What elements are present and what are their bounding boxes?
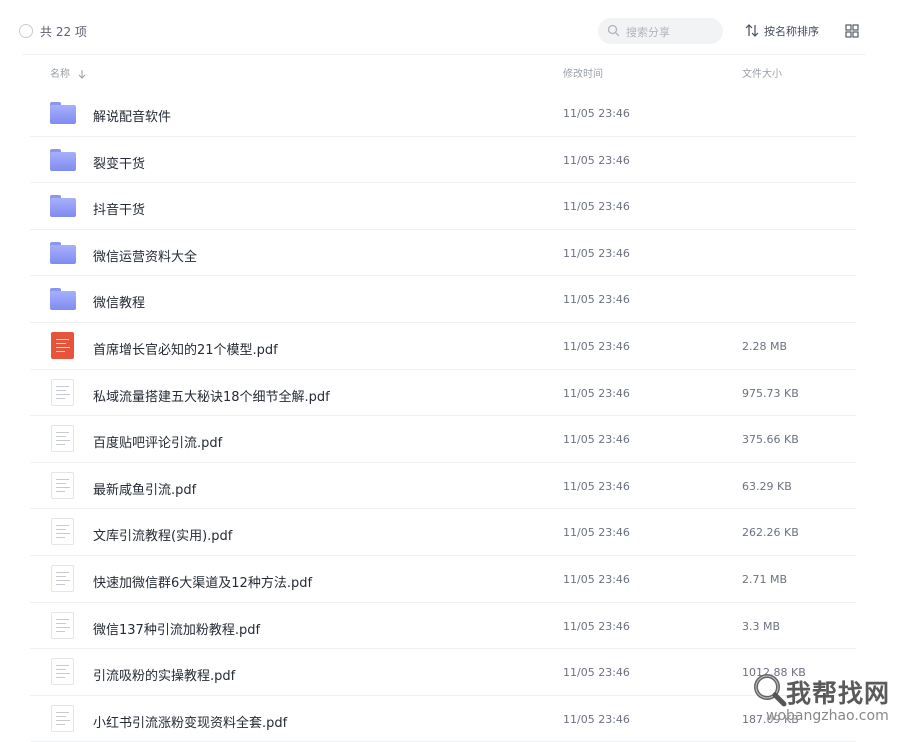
pdf-thumbnail-icon	[50, 704, 76, 732]
file-row[interactable]: 首席增长官必知的21个模型.pdf 11/05 23:46 2.28 MB	[0, 323, 904, 370]
file-size: 375.66 KB	[742, 433, 799, 447]
column-header-name[interactable]: 名称	[50, 65, 86, 81]
search-placeholder: 搜索分享	[626, 26, 670, 39]
file-row[interactable]: 微信运营资料大全 11/05 23:46	[0, 230, 904, 277]
pdf-thumbnail-icon	[50, 331, 76, 359]
file-modified-time: 11/05 23:46	[563, 246, 630, 260]
file-row[interactable]: 微信137种引流加粉教程.pdf 11/05 23:46 3.3 MB	[0, 603, 904, 650]
watermark: 我帮找网 wobangzhao.com	[746, 668, 904, 735]
select-all-checkbox[interactable]	[19, 24, 33, 38]
file-name[interactable]: 百度贴吧评论引流.pdf	[93, 432, 222, 451]
file-modified-time: 11/05 23:46	[563, 386, 630, 400]
file-modified-time: 11/05 23:46	[563, 293, 630, 307]
file-row[interactable]: 微信教程 11/05 23:46	[0, 276, 904, 323]
file-name[interactable]: 最新咸鱼引流.pdf	[93, 479, 196, 498]
file-row[interactable]: 最新咸鱼引流.pdf 11/05 23:46 63.29 KB	[0, 463, 904, 510]
file-name[interactable]: 抖音干货	[93, 199, 145, 218]
toolbar-divider	[22, 54, 866, 55]
pdf-thumbnail-icon	[50, 518, 76, 546]
file-name[interactable]: 文库引流教程(实用).pdf	[93, 525, 232, 544]
magnifier-logo-icon	[754, 674, 787, 707]
column-name-label: 名称	[50, 69, 70, 80]
pdf-thumbnail-icon	[50, 658, 76, 686]
file-row[interactable]: 抖音干货 11/05 23:46	[0, 183, 904, 230]
search-input[interactable]: 搜索分享	[598, 18, 723, 44]
folder-icon	[50, 102, 76, 124]
file-name[interactable]: 首席增长官必知的21个模型.pdf	[93, 339, 278, 358]
file-row[interactable]: 裂变干货 11/05 23:46	[0, 137, 904, 184]
file-name[interactable]: 微信137种引流加粉教程.pdf	[93, 619, 260, 638]
sort-label: 按名称排序	[764, 25, 819, 38]
file-size: 975.73 KB	[742, 386, 799, 400]
file-modified-time: 11/05 23:46	[563, 200, 630, 214]
column-header-size[interactable]: 文件大小	[742, 65, 782, 81]
file-modified-time: 11/05 23:46	[563, 479, 630, 493]
item-count: 共 22 项	[40, 25, 87, 39]
file-size: 262.26 KB	[742, 526, 799, 540]
file-modified-time: 11/05 23:46	[563, 526, 630, 540]
file-size: 2.71 MB	[742, 572, 788, 586]
search-icon	[607, 24, 620, 37]
file-name[interactable]: 小红书引流涨粉变现资料全套.pdf	[93, 712, 287, 731]
file-modified-time: 11/05 23:46	[563, 619, 630, 633]
file-row[interactable]: 快速加微信群6大渠道及12种方法.pdf 11/05 23:46 2.71 MB	[0, 556, 904, 603]
file-modified-time: 11/05 23:46	[563, 107, 630, 120]
file-size: 2.28 MB	[742, 339, 788, 353]
file-modified-time: 11/05 23:46	[563, 712, 630, 726]
arrow-down-icon	[78, 70, 86, 79]
file-name[interactable]: 微信运营资料大全	[93, 246, 197, 265]
file-name[interactable]: 裂变干货	[93, 153, 145, 172]
folder-icon	[50, 148, 76, 171]
file-modified-time: 11/05 23:46	[563, 433, 630, 447]
file-name[interactable]: 引流吸粉的实操教程.pdf	[93, 665, 235, 684]
watermark-text: 我帮找网	[786, 679, 891, 708]
folder-icon	[50, 241, 76, 264]
pdf-thumbnail-icon	[50, 611, 76, 639]
file-modified-time: 11/05 23:46	[563, 666, 630, 680]
file-size: 3.3 MB	[742, 619, 781, 633]
file-name[interactable]: 微信教程	[93, 292, 145, 311]
file-row[interactable]: 文库引流教程(实用).pdf 11/05 23:46 262.26 KB	[0, 509, 904, 556]
file-name[interactable]: 解说配音软件	[93, 106, 171, 125]
watermark-url: wobangzhao.com	[766, 708, 889, 724]
pdf-thumbnail-icon	[50, 471, 76, 499]
file-modified-time: 11/05 23:46	[563, 339, 630, 353]
grid-view-icon[interactable]	[845, 24, 859, 38]
file-row[interactable]: 百度贴吧评论引流.pdf 11/05 23:46 375.66 KB	[0, 416, 904, 463]
file-row[interactable]: 私域流量搭建五大秘诀18个细节全解.pdf 11/05 23:46 975.73 K…	[0, 370, 904, 417]
file-modified-time: 11/05 23:46	[563, 153, 630, 167]
file-list: 解说配音软件 11/05 23:46 裂变干货 11/05 23:46 抖音干货 11/0…	[0, 90, 904, 742]
sort-icon	[745, 24, 759, 37]
file-name[interactable]: 私域流量搭建五大秘诀18个细节全解.pdf	[93, 386, 330, 405]
folder-icon	[50, 195, 76, 218]
file-modified-time: 11/05 23:46	[563, 572, 630, 586]
file-name[interactable]: 快速加微信群6大渠道及12种方法.pdf	[93, 572, 312, 591]
file-row[interactable]: 解说配音软件 11/05 23:46	[0, 90, 904, 137]
pdf-thumbnail-icon	[50, 425, 76, 453]
column-header-time[interactable]: 修改时间	[563, 65, 603, 81]
pdf-thumbnail-icon	[50, 564, 76, 592]
file-size: 63.29 KB	[742, 479, 792, 493]
folder-icon	[50, 288, 76, 311]
pdf-thumbnail-icon	[50, 378, 76, 406]
toolbar: 共 22 项 搜索分享 按名称排序	[0, 0, 904, 55]
